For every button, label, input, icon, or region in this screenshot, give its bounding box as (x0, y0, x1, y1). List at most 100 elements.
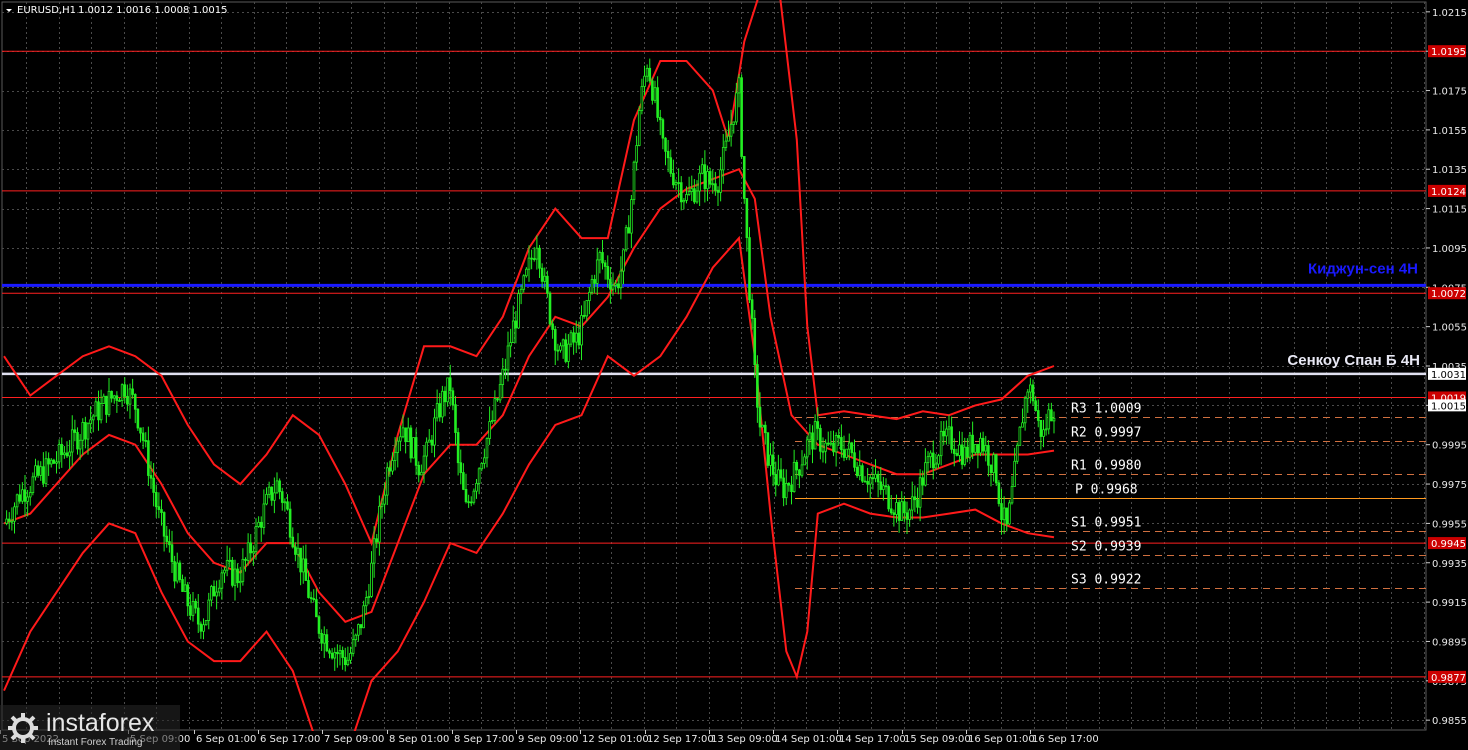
candle-body (18, 494, 22, 502)
price-tick-label: 1.0055 (1432, 323, 1467, 334)
candle-body (942, 430, 946, 437)
candle-body (897, 502, 901, 521)
candle-body (918, 477, 922, 508)
price-chart[interactable]: R3 1.0009 R2 0.9997 R1 0.9980 P 0.9968 S1 0.… (0, 0, 1468, 750)
candle-body (700, 164, 704, 174)
candle-body (824, 442, 827, 452)
candle-body (459, 462, 463, 473)
candle-body (971, 434, 974, 453)
candle-body (695, 190, 699, 203)
candle-body (708, 171, 712, 185)
candle-body (1042, 429, 1045, 437)
candle-body (551, 323, 554, 330)
candle-body (540, 267, 544, 282)
candle-body (792, 461, 796, 493)
time-tick-label: 9 Sep 09:00 (518, 734, 578, 745)
candle-body (406, 427, 410, 443)
candle-body (1002, 507, 1006, 521)
candle-body (81, 422, 85, 441)
candle-body (162, 512, 166, 537)
candle-body (574, 332, 578, 343)
candle-body (68, 451, 71, 457)
candle-body (299, 547, 302, 573)
time-tick-label: 12 Sep 17:00 (647, 734, 714, 745)
candle-body (128, 388, 132, 405)
candle-body (288, 508, 292, 538)
candle-body (346, 659, 350, 665)
candle-body (343, 657, 347, 665)
candle-body (590, 279, 594, 293)
candle-body (559, 345, 562, 351)
candle-body (359, 624, 363, 629)
chart-window: R3 1.0009 R2 0.9997 R1 0.9980 P 0.9968 S1 0.… (0, 0, 1468, 750)
candle-body (105, 395, 108, 415)
candle-body (338, 650, 342, 655)
price-marker-label: 1.0124 (1431, 187, 1466, 198)
candle-body (427, 439, 431, 443)
candle-body (908, 509, 911, 520)
candle-body (480, 463, 484, 470)
candle-body (141, 432, 145, 441)
candle-body (196, 607, 200, 625)
candle-body (149, 475, 153, 479)
candle-body (136, 408, 140, 429)
candle-body (834, 435, 838, 453)
candle-body (286, 501, 289, 510)
candle-body (740, 77, 743, 157)
candle-body (931, 452, 935, 469)
candle-body (504, 368, 507, 371)
candle-body (91, 415, 95, 421)
candle-body (220, 572, 224, 589)
candle-body (640, 86, 644, 111)
candle-body (816, 421, 820, 429)
candle-body (485, 438, 489, 459)
candle-body (548, 292, 552, 325)
candle-body (225, 560, 229, 571)
candle-body (876, 473, 880, 483)
candle-body (160, 509, 163, 513)
dropdown-arrow-icon[interactable] (6, 9, 12, 12)
time-tick-label: 14 Sep 17:00 (839, 734, 906, 745)
candle-body (866, 481, 869, 485)
candle-body (889, 508, 893, 514)
candle-body (766, 432, 770, 466)
candle-body (168, 541, 171, 546)
candle-body (173, 561, 176, 582)
candle-body (601, 252, 604, 264)
candle-body (144, 440, 148, 442)
price-marker-label: 1.0031 (1431, 370, 1466, 381)
price-tick-label: 1.0215 (1432, 8, 1467, 19)
time-tick-label: 16 Sep 17:00 (1032, 734, 1099, 745)
candle-body (763, 424, 767, 434)
candle-body (924, 462, 927, 486)
candle-body (981, 437, 985, 452)
candle-body (795, 461, 799, 471)
candle-body (110, 390, 113, 399)
candle-body (905, 512, 909, 520)
candle-body (488, 421, 491, 439)
candle-body (60, 444, 64, 456)
candle-body (49, 459, 53, 465)
candle-body (367, 596, 371, 599)
candle-body (868, 477, 872, 485)
candle-body (1050, 409, 1053, 422)
candle-body (535, 247, 539, 260)
candle-body (131, 388, 134, 395)
candle-body (553, 329, 557, 351)
candle-body (963, 446, 967, 465)
candle-body (611, 284, 615, 290)
time-axis: 5 Sep 20225 Sep 09:006 Sep 01:006 Sep 17… (0, 730, 1426, 750)
candle-body (798, 469, 801, 476)
candle-body (65, 452, 69, 457)
candle-body (703, 164, 707, 190)
price-marker-label: 1.0015 (1431, 401, 1466, 412)
candle-body (556, 349, 560, 352)
candle-body (317, 616, 321, 634)
candle-body (1000, 503, 1003, 521)
candle-body (661, 119, 665, 139)
candle-body (31, 476, 35, 494)
candle-body (989, 464, 993, 473)
candle-body (811, 432, 814, 450)
candle-body (244, 558, 247, 561)
candle-body (968, 434, 972, 458)
